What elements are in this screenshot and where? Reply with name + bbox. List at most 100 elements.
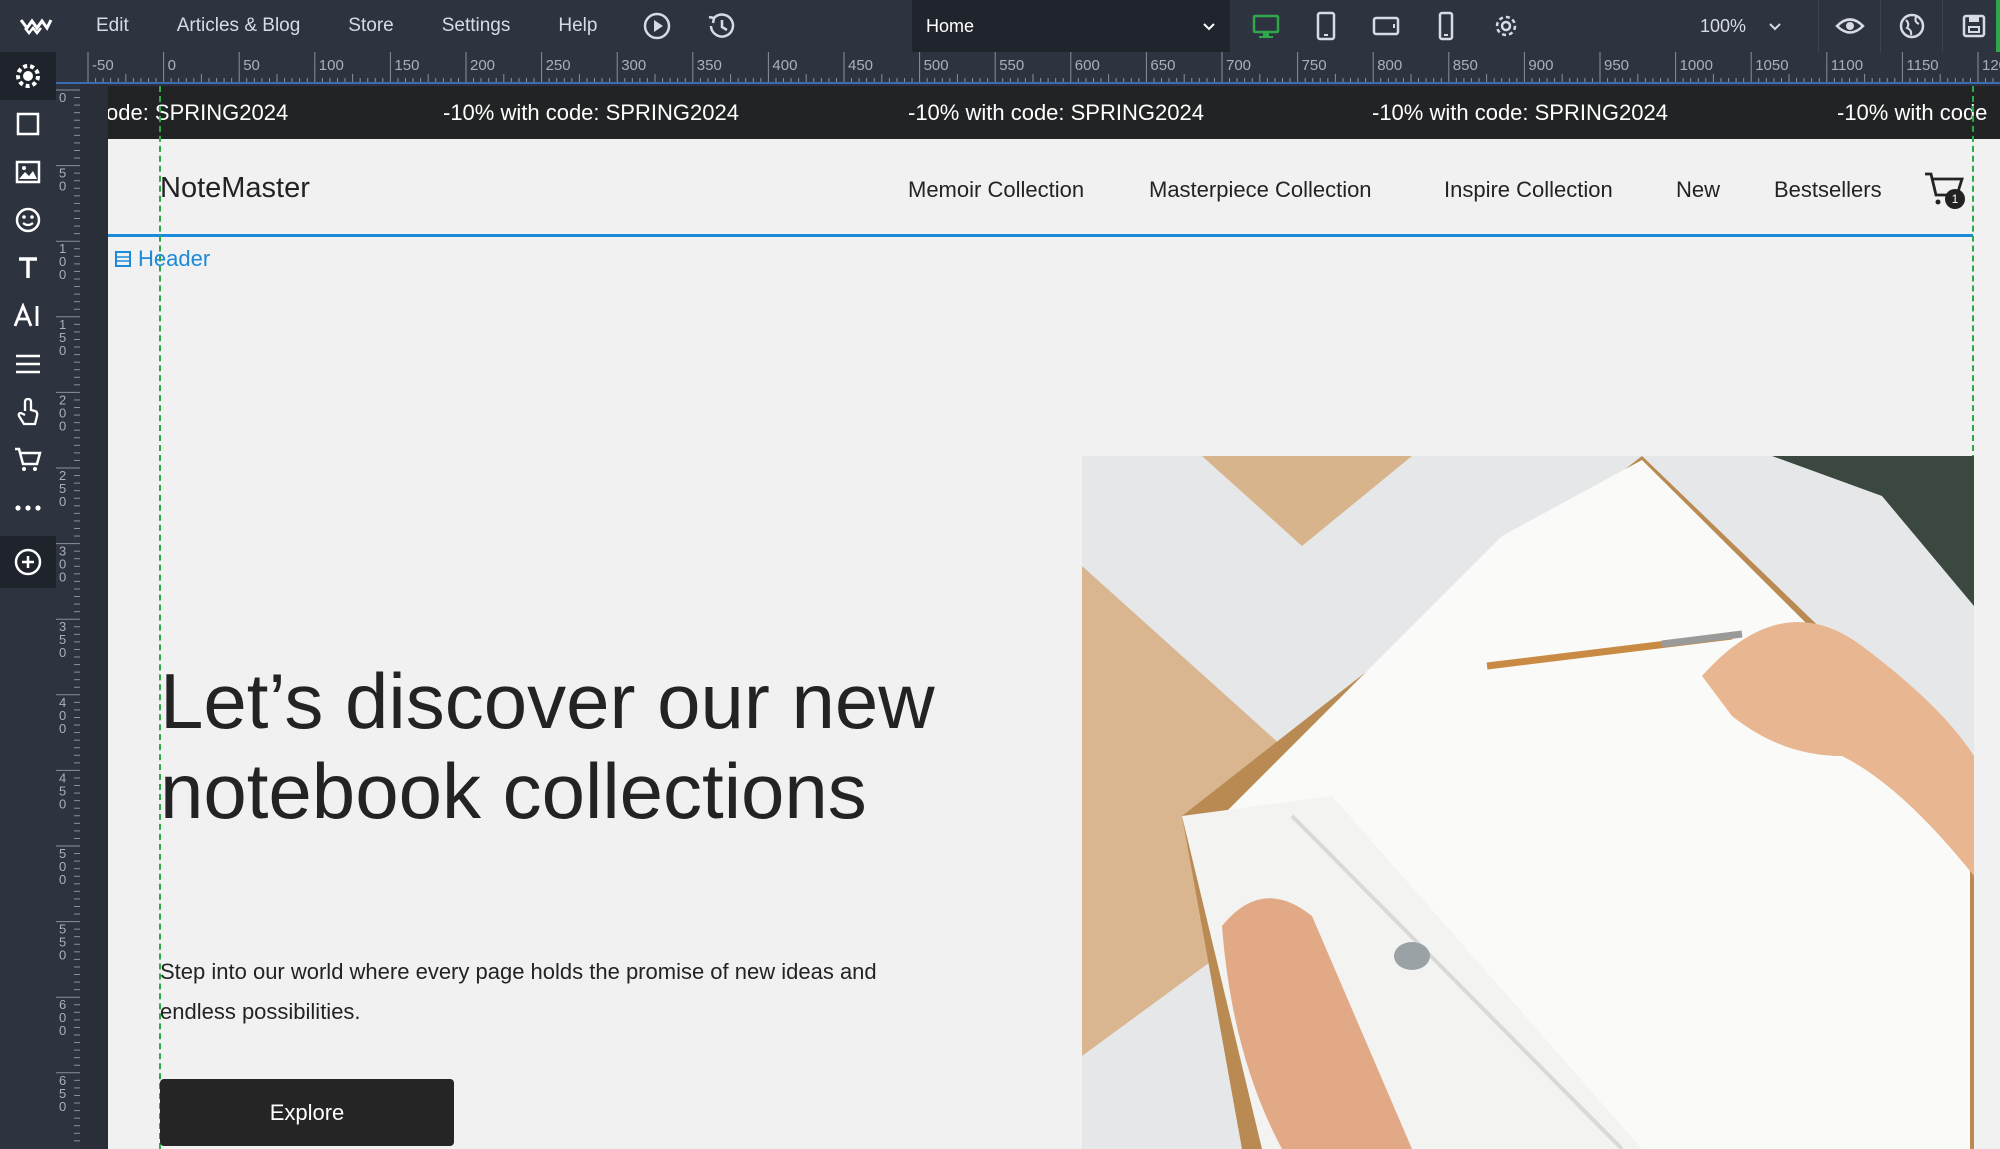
touch-interaction-icon[interactable] <box>0 388 56 436</box>
ruler-label: 900 <box>1528 57 1553 74</box>
emoji-icon[interactable] <box>0 196 56 244</box>
nav-memoir-collection[interactable]: Memoir Collection <box>908 177 1084 203</box>
ruler-label: 150 <box>394 57 419 74</box>
ruler-label: 0 <box>59 418 66 433</box>
ruler-label: -50 <box>92 57 114 74</box>
ruler-label: 0 <box>59 645 66 660</box>
ruler-label: 550 <box>999 57 1024 74</box>
ai-icon[interactable] <box>0 292 56 340</box>
ruler-label: 850 <box>1453 57 1478 74</box>
nav-bestsellers[interactable]: Bestsellers <box>1774 177 1882 203</box>
page-selector[interactable]: Home <box>912 0 1230 52</box>
tablet-landscape-icon[interactable] <box>1366 6 1406 46</box>
ruler-label: 0 <box>168 57 176 74</box>
status-indicator <box>1996 0 2000 52</box>
explore-button[interactable]: Explore <box>160 1079 454 1146</box>
device-switcher <box>1246 6 1526 46</box>
section-label[interactable]: Header <box>114 246 210 272</box>
gear-icon[interactable] <box>1486 6 1526 46</box>
nav-masterpiece-collection[interactable]: Masterpiece Collection <box>1149 177 1372 203</box>
globe-publish-icon[interactable] <box>1880 0 1942 52</box>
history-icon[interactable] <box>701 6 741 46</box>
site-header[interactable]: NoteMaster Memoir Collection Masterpiece… <box>108 139 1973 237</box>
notebook-writing-photo <box>1082 456 1974 1149</box>
cart-button[interactable]: 1 <box>1923 169 1967 209</box>
tablet-portrait-icon[interactable] <box>1306 6 1346 46</box>
ruler-label: 1100 <box>1831 57 1863 74</box>
preview-play-icon[interactable] <box>637 6 677 46</box>
ruler-label: 0 <box>59 343 66 358</box>
ruler-label: 0 <box>59 721 66 736</box>
ruler-label: 0 <box>59 872 66 887</box>
promo-marquee: ode: SPRING2024 -10% with code: SPRING20… <box>108 86 2000 139</box>
ruler-label: 50 <box>243 57 260 74</box>
ruler-label: 300 <box>621 57 646 74</box>
ruler-label: 200 <box>470 57 495 74</box>
ruler-label: 400 <box>772 57 797 74</box>
menu-edit[interactable]: Edit <box>96 15 129 37</box>
vertical-ruler-ticks: 050100150200250300350400450500550600650 <box>56 89 80 1142</box>
desktop-view-icon[interactable] <box>1246 6 1286 46</box>
mobile-view-icon[interactable] <box>1426 6 1466 46</box>
ruler-label: 0 <box>59 494 66 509</box>
ruler-gutter <box>80 84 174 1149</box>
ruler-label: 250 <box>546 57 571 74</box>
brand-name[interactable]: NoteMaster <box>160 172 310 205</box>
app-logo-icon[interactable] <box>0 0 72 52</box>
hero-subtitle[interactable]: Step into our world where every page hol… <box>160 952 920 1032</box>
menu-help[interactable]: Help <box>558 15 597 37</box>
chevron-down-icon <box>1768 16 1782 37</box>
ruler-label: 1150 <box>1906 57 1938 74</box>
gear-icon[interactable] <box>0 52 56 100</box>
nav-inspire-collection[interactable]: Inspire Collection <box>1444 177 1613 203</box>
cart-count-badge: 1 <box>1945 189 1965 209</box>
menu-store[interactable]: Store <box>348 15 393 37</box>
promo-item: -10% with code: SPRING2024 <box>1372 100 1668 125</box>
menu-articles-blog[interactable]: Articles & Blog <box>177 15 301 37</box>
text-icon[interactable] <box>0 244 56 292</box>
ruler-label: 0 <box>59 1023 66 1038</box>
menu-settings[interactable]: Settings <box>442 15 511 37</box>
page-canvas[interactable]: ode: SPRING2024 -10% with code: SPRING20… <box>108 86 2000 1149</box>
zoom-value: 100% <box>1700 15 1747 36</box>
section-layout-icon <box>115 251 131 267</box>
ruler-label: 750 <box>1302 57 1327 74</box>
ruler-label: 450 <box>848 57 873 74</box>
promo-item: -10% with code: SPRING2024 <box>908 100 1204 125</box>
ruler-label: 650 <box>1150 57 1175 74</box>
box-element-icon[interactable] <box>0 100 56 148</box>
ruler-label: 0 <box>59 570 66 585</box>
ruler-label: 0 <box>59 948 66 963</box>
chevron-down-icon <box>1202 16 1216 37</box>
menu-lines-icon[interactable] <box>0 340 56 388</box>
ruler-label: 600 <box>1075 57 1100 74</box>
promo-item: -10% with code: SPRING2024 <box>443 100 739 125</box>
horizontal-ruler[interactable]: -50 0 50 100 150 200 250 300 350 400 450 500 550 600 6… <box>56 52 2000 84</box>
ruler-label: 1050 <box>1755 57 1788 74</box>
ruler-label: 0 <box>59 179 66 194</box>
add-element-icon[interactable] <box>0 536 56 588</box>
promo-item: -10% with code <box>1837 100 1988 125</box>
zoom-selector[interactable]: 100% <box>1700 0 1782 52</box>
hero-image[interactable] <box>1082 456 1974 1149</box>
editor-sidebar <box>0 52 56 1149</box>
nav-new[interactable]: New <box>1676 177 1720 203</box>
save-icon[interactable] <box>1942 0 2000 52</box>
ruler-label: 800 <box>1377 57 1402 74</box>
ruler-label: 700 <box>1226 57 1251 74</box>
ruler-label: 0 <box>59 267 66 282</box>
more-dots-icon[interactable] <box>0 484 56 532</box>
section-label-text: Header <box>138 246 211 271</box>
cart-icon[interactable] <box>0 436 56 484</box>
ruler-label: 350 <box>697 57 722 74</box>
page-selector-value: Home <box>926 15 975 36</box>
eye-preview-icon[interactable] <box>1818 0 1880 52</box>
ruler-label: 1000 <box>1680 57 1713 74</box>
horizontal-ruler-ticks: -50 0 50 100 150 200 250 300 350 400 450 500 550 600 6… <box>87 52 2000 82</box>
image-icon[interactable] <box>0 148 56 196</box>
ruler-label: 100 <box>319 57 344 74</box>
vertical-ruler[interactable]: 050100150200250300350400450500550600650 <box>56 84 80 1149</box>
toolbar-right-actions <box>1818 0 2000 52</box>
ruler-label: 950 <box>1604 57 1629 74</box>
hero-title[interactable]: Let’s discover our new notebook collecti… <box>160 656 960 836</box>
